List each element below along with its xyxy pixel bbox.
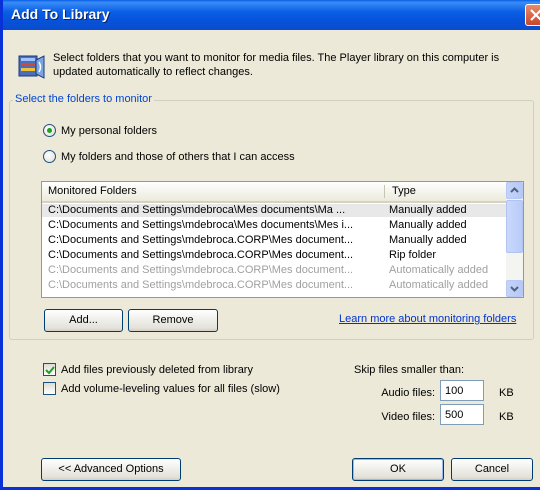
folder-path: C:\Documents and Settings\mdebroca.CORP\… bbox=[48, 264, 354, 276]
list-item[interactable]: C:\Documents and Settings\mdebroca.CORP\… bbox=[42, 279, 506, 292]
learn-more-link[interactable]: Learn more about monitoring folders bbox=[339, 313, 516, 325]
radio-personal-button[interactable] bbox=[43, 124, 56, 137]
video-files-label: Video files: bbox=[381, 411, 435, 423]
dialog-content: Select folders that you want to monitor … bbox=[3, 30, 540, 487]
folder-path: C:\Documents and Settings\mdebroca.CORP\… bbox=[48, 279, 354, 291]
radio-personal-label: My personal folders bbox=[61, 124, 157, 137]
remove-button[interactable]: Remove bbox=[128, 309, 218, 332]
skip-files-label: Skip files smaller than: bbox=[354, 364, 465, 376]
audio-unit-label: KB bbox=[499, 387, 514, 399]
check-deleted-files[interactable]: Add files previously deleted from librar… bbox=[43, 363, 253, 376]
column-header-folders[interactable]: Monitored Folders bbox=[48, 185, 137, 197]
check-volume-label: Add volume-leveling values for all files… bbox=[61, 382, 280, 395]
audio-files-label: Audio files: bbox=[381, 387, 435, 399]
list-item[interactable]: C:\Documents and Settings\mdebroca\Mes d… bbox=[42, 204, 506, 217]
scroll-thumb[interactable] bbox=[506, 200, 523, 253]
check-volume-leveling[interactable]: Add volume-leveling values for all files… bbox=[43, 382, 280, 395]
list-scrollbar[interactable] bbox=[506, 182, 523, 297]
scroll-down-button[interactable] bbox=[506, 280, 523, 297]
folder-path: C:\Documents and Settings\mdebroca.CORP\… bbox=[48, 234, 354, 246]
radio-all-label: My folders and those of others that I ca… bbox=[61, 150, 295, 163]
folder-path: C:\Documents and Settings\mdebroca\Mes d… bbox=[48, 204, 346, 216]
scroll-up-button[interactable] bbox=[506, 182, 523, 199]
folder-type: Manually added bbox=[389, 219, 467, 231]
chevron-up-icon bbox=[510, 187, 519, 193]
list-item[interactable]: C:\Documents and Settings\mdebroca.CORP\… bbox=[42, 264, 506, 277]
folder-type: Rip folder bbox=[389, 249, 437, 261]
cancel-button[interactable]: Cancel bbox=[451, 458, 533, 481]
library-icon bbox=[18, 55, 45, 79]
folder-path: C:\Documents and Settings\mdebroca\Mes d… bbox=[48, 219, 354, 231]
check-deleted-label: Add files previously deleted from librar… bbox=[61, 363, 253, 376]
column-header-type[interactable]: Type bbox=[392, 185, 416, 197]
audio-size-input[interactable] bbox=[440, 380, 484, 401]
video-unit-label: KB bbox=[499, 411, 514, 423]
chevron-down-icon bbox=[510, 286, 519, 292]
checkbox-volume[interactable] bbox=[43, 382, 56, 395]
column-divider[interactable] bbox=[384, 185, 385, 198]
window-title: Add To Library bbox=[11, 6, 110, 22]
folder-type: Manually added bbox=[389, 204, 467, 216]
add-to-library-dialog: Add To Library Select folders that you w… bbox=[0, 0, 540, 490]
add-button[interactable]: Add... bbox=[44, 309, 123, 332]
monitored-folders-list[interactable]: Monitored Folders Type C:\Documents and … bbox=[41, 181, 524, 298]
checkmark-icon bbox=[45, 366, 55, 375]
close-button[interactable] bbox=[525, 4, 540, 26]
checkbox-deleted[interactable] bbox=[43, 363, 56, 376]
close-icon bbox=[530, 9, 540, 21]
groupbox-label: Select the folders to monitor bbox=[13, 93, 154, 105]
list-item[interactable]: C:\Documents and Settings\mdebroca\Mes d… bbox=[42, 219, 506, 232]
list-item[interactable]: C:\Documents and Settings\mdebroca.CORP\… bbox=[42, 234, 506, 247]
folder-path: C:\Documents and Settings\mdebroca.CORP\… bbox=[48, 249, 354, 261]
folder-type: Manually added bbox=[389, 234, 467, 246]
advanced-options-button[interactable]: << Advanced Options bbox=[41, 458, 181, 481]
video-size-input[interactable] bbox=[440, 404, 484, 425]
radio-all-folders[interactable]: My folders and those of others that I ca… bbox=[43, 150, 295, 163]
radio-personal-folders[interactable]: My personal folders bbox=[43, 124, 157, 137]
list-item[interactable]: C:\Documents and Settings\mdebroca.CORP\… bbox=[42, 249, 506, 262]
ok-button[interactable]: OK bbox=[352, 458, 444, 481]
radio-all-button[interactable] bbox=[43, 150, 56, 163]
list-header: Monitored Folders Type bbox=[42, 182, 506, 203]
folder-type: Automatically added bbox=[389, 279, 489, 291]
intro-text: Select folders that you want to monitor … bbox=[53, 52, 500, 78]
folder-type: Automatically added bbox=[389, 264, 489, 276]
title-bar[interactable]: Add To Library bbox=[3, 0, 540, 30]
